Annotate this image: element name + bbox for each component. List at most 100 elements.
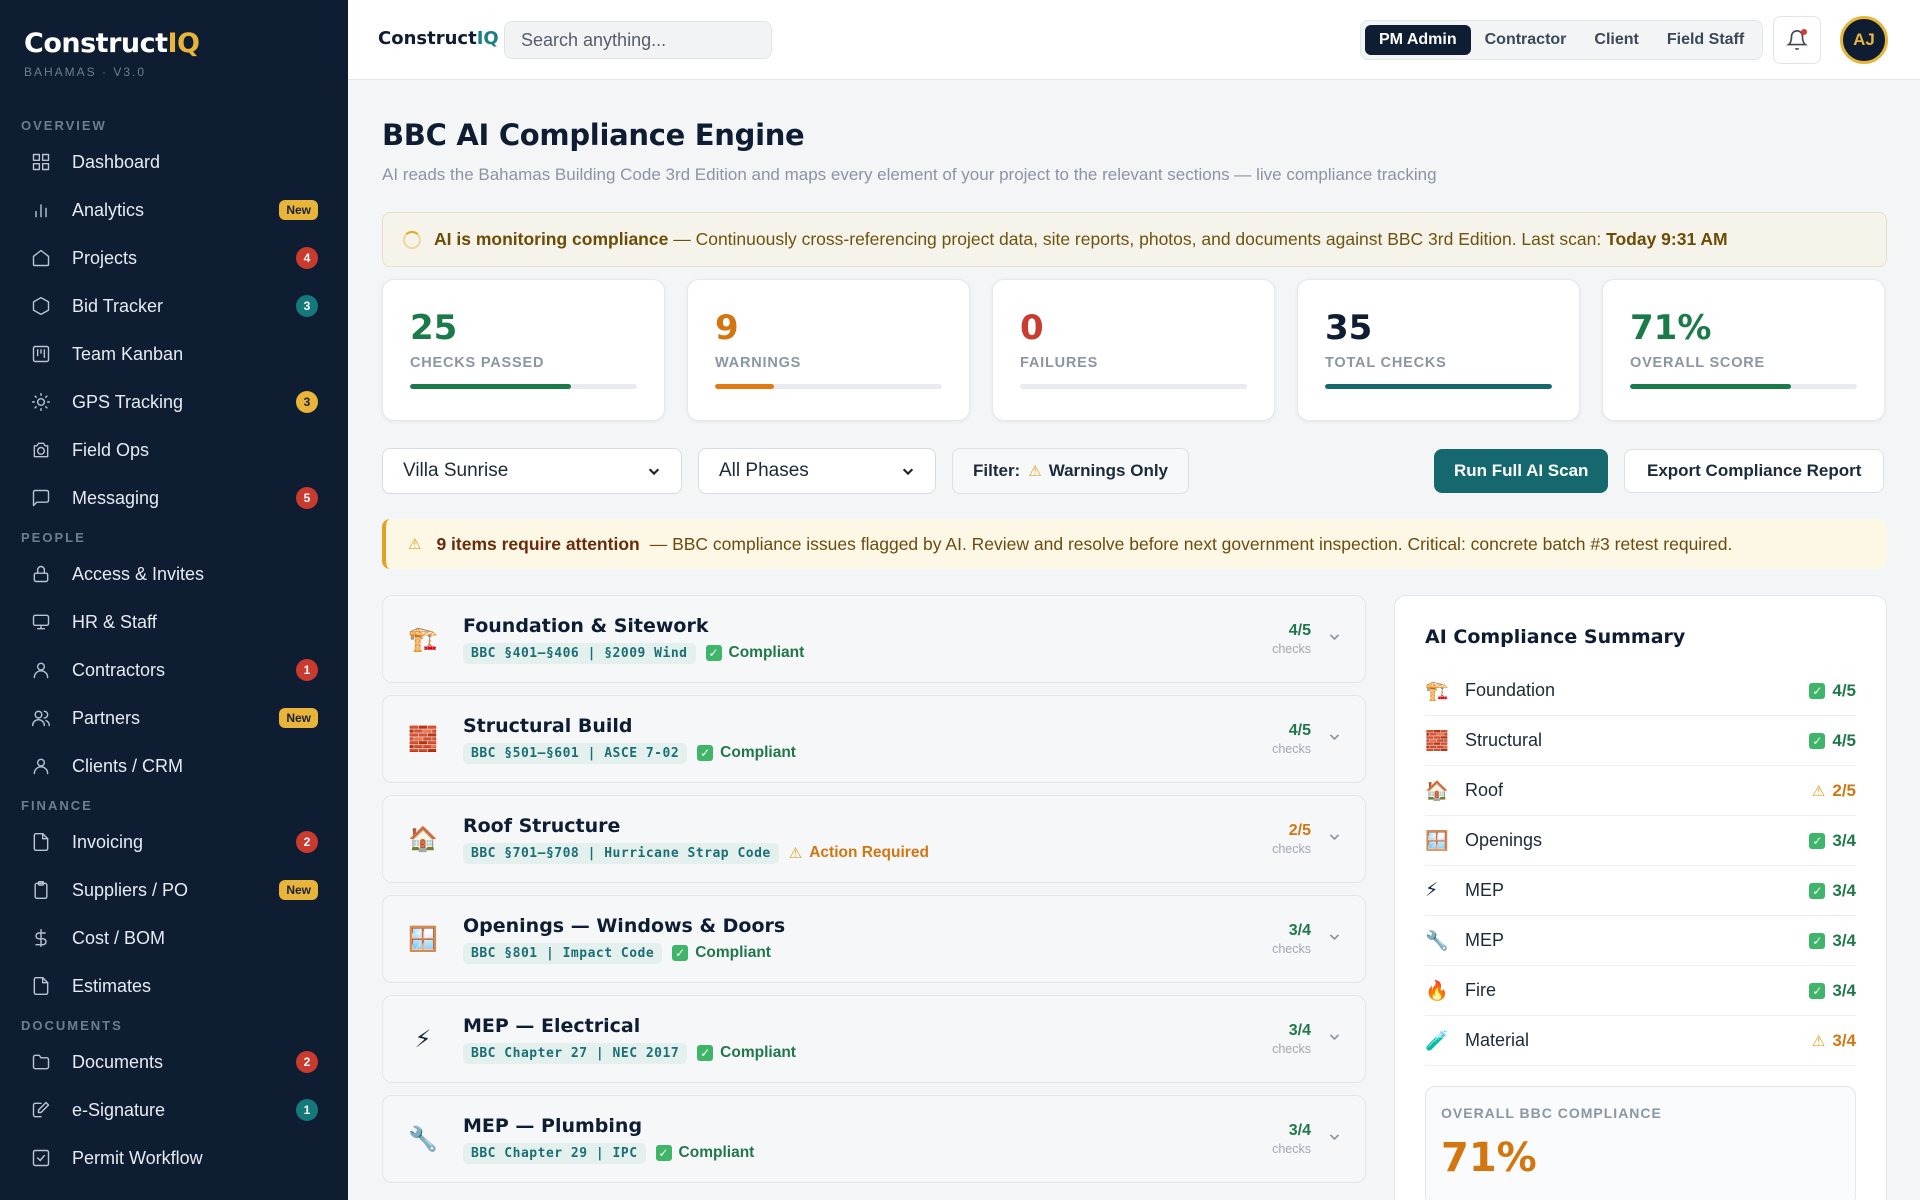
brand: ConstructIQ BAHAMAS · V3.0 — [0, 0, 348, 110]
expand-button[interactable] — [1328, 730, 1341, 748]
category-card-foundation-sitework[interactable]: 🏗️ Foundation & Sitework BBC §401–§406 | §… — [382, 595, 1366, 683]
role-client[interactable]: Client — [1580, 25, 1652, 55]
sidebar-item-clients-crm[interactable]: Clients / CRM — [0, 742, 348, 790]
wrench-icon: 🔧 — [408, 1125, 438, 1153]
run-ai-scan-button[interactable]: Run Full AI Scan — [1434, 449, 1609, 493]
role-contractor[interactable]: Contractor — [1471, 25, 1581, 55]
window-icon: 🪟 — [1425, 830, 1449, 852]
sidebar-item-permit-workflow[interactable]: Permit Workflow — [0, 1134, 348, 1182]
expand-button[interactable] — [1328, 830, 1341, 848]
sidebar-item-contractors[interactable]: Contractors 1 — [0, 646, 348, 694]
category-card-structural-build[interactable]: 🧱 Structural Build BBC §501–§601 | ASCE 7-… — [382, 695, 1366, 783]
sidebar-item-estimates[interactable]: Estimates — [0, 962, 348, 1010]
nav-section-finance: FINANCE — [21, 798, 93, 813]
stat-progress-bar — [1020, 384, 1247, 389]
expand-button[interactable] — [1328, 1030, 1341, 1048]
sidebar-item-projects[interactable]: Projects 4 — [0, 234, 348, 282]
monitoring-detail: — Continuously cross-referencing project… — [668, 229, 1607, 249]
summary-label: Foundation — [1465, 680, 1556, 700]
page-subtitle: AI reads the Bahamas Building Code 3rd E… — [382, 165, 1437, 184]
stat-progress-bar — [1630, 384, 1857, 389]
sidebar: ConstructIQ BAHAMAS · V3.0 OVERVIEW Dashb… — [0, 0, 348, 1200]
check-icon: ✓ — [1809, 682, 1826, 699]
summary-score: 3/4 — [1832, 930, 1856, 950]
sidebar-item-suppliers-po[interactable]: Suppliers / PO New — [0, 866, 348, 914]
sidebar-item-dashboard[interactable]: Dashboard — [0, 138, 348, 186]
summary-label: Openings — [1465, 830, 1543, 850]
compliance-status: ⚠ Action Required — [789, 844, 929, 862]
sidebar-item-invoicing[interactable]: Invoicing 2 — [0, 818, 348, 866]
category-title: MEP — Electrical — [463, 1014, 641, 1037]
nav-badge: 1 — [296, 1099, 318, 1121]
sidebar-item-partners[interactable]: Partners New — [0, 694, 348, 742]
category-checks: 4/5 checks — [1272, 622, 1311, 656]
search-input[interactable] — [504, 21, 772, 59]
lightning-icon: ⚡ — [414, 1025, 432, 1053]
expand-button[interactable] — [1328, 630, 1341, 648]
overall-label: OVERALL BBC COMPLIANCE — [1441, 1105, 1662, 1121]
sidebar-item-gps-tracking[interactable]: GPS Tracking 3 — [0, 378, 348, 426]
stats-row: 25 CHECKS PASSED 9 WARNINGS 0 FAILURES 35 TOTAL… — [382, 279, 1887, 421]
role-pm-admin[interactable]: PM Admin — [1365, 25, 1471, 55]
check-icon: ✓ — [1809, 832, 1826, 849]
lightning-icon: ⚡ — [1425, 880, 1439, 901]
category-title: MEP — Plumbing — [463, 1114, 643, 1137]
crane-icon: 🏗️ — [408, 625, 438, 653]
sidebar-item-label: Access & Invites — [72, 563, 205, 584]
summary-value: ✓ 4/5 — [1809, 731, 1856, 751]
summary-row-structural: 🧱 Structural ✓ 4/5 — [1425, 716, 1856, 766]
camera-icon — [30, 439, 52, 461]
users-icon — [30, 707, 52, 729]
sidebar-item-documents[interactable]: Documents 2 — [0, 1038, 348, 1086]
code-reference: BBC §801 | Impact Code — [463, 942, 663, 964]
category-title: Roof Structure — [463, 814, 621, 837]
avatar[interactable]: AJ — [1840, 16, 1888, 64]
header-brand[interactable]: ConstructIQ — [378, 28, 499, 49]
nav-badge: 2 — [296, 831, 318, 853]
user-icon — [30, 659, 52, 681]
category-card-mep-electrical[interactable]: ⚡ MEP — Electrical BBC Chapter 27 | NEC 20… — [382, 995, 1366, 1083]
category-card-roof-structure[interactable]: 🏠 Roof Structure BBC §701–§708 | Hurricane… — [382, 795, 1366, 883]
expand-button[interactable] — [1328, 1130, 1341, 1148]
sidebar-item-hr-staff[interactable]: HR & Staff — [0, 598, 348, 646]
phase-select[interactable]: All Phases — [698, 448, 936, 494]
sidebar-item-e-signature[interactable]: e-Signature 1 — [0, 1086, 348, 1134]
chevron-down-icon — [1329, 1034, 1340, 1041]
checks-count: 4/5 — [1288, 622, 1311, 639]
sidebar-item-label: Suppliers / PO — [72, 879, 189, 900]
export-report-button[interactable]: Export Compliance Report — [1624, 449, 1885, 493]
sidebar-item-bid-tracker[interactable]: Bid Tracker 3 — [0, 282, 348, 330]
sidebar-item-cost-bom[interactable]: Cost / BOM — [0, 914, 348, 962]
filter-button[interactable]: Filter: ⚠ Warnings Only — [952, 448, 1190, 494]
expand-button[interactable] — [1328, 930, 1341, 948]
category-info: MEP — Plumbing BBC Chapter 29 | IPC ✓ Compl… — [463, 1115, 754, 1164]
compliance-status: ✓ Compliant — [672, 944, 771, 962]
sidebar-item-team-kanban[interactable]: Team Kanban — [0, 330, 348, 378]
checks-label: checks — [1272, 1042, 1311, 1056]
sidebar-item-messaging[interactable]: Messaging 5 — [0, 474, 348, 522]
brand-logo[interactable]: ConstructIQ — [24, 28, 324, 59]
compliance-status: ✓ Compliant — [697, 1044, 796, 1062]
notifications-button[interactable] — [1773, 16, 1821, 64]
category-meta: BBC §501–§601 | ASCE 7-02 ✓ Compliant — [463, 742, 796, 764]
category-card-mep-plumbing[interactable]: 🔧 MEP — Plumbing BBC Chapter 29 | IPC ✓ Comp… — [382, 1095, 1366, 1183]
category-card-openings-windows-doors[interactable]: 🪟 Openings — Windows & Doors BBC §801 | Im… — [382, 895, 1366, 983]
sidebar-item-label: Bid Tracker — [72, 295, 164, 316]
brick-icon: 🧱 — [1425, 730, 1449, 752]
window-icon: 🪟 — [408, 925, 438, 953]
header-brand-main: Construct — [378, 28, 477, 49]
sidebar-item-field-ops[interactable]: Field Ops — [0, 426, 348, 474]
warning-icon: ⚠ — [1028, 463, 1042, 480]
chevron-down-icon — [1329, 634, 1340, 641]
sidebar-item-access-invites[interactable]: Access & Invites — [0, 550, 348, 598]
sidebar-item-analytics[interactable]: Analytics New — [0, 186, 348, 234]
stat-card-total-checks: 35 TOTAL CHECKS — [1297, 279, 1580, 421]
checks-label: checks — [1272, 642, 1311, 656]
sidebar-item-label: Cost / BOM — [72, 927, 166, 948]
page-title: BBC AI Compliance Engine — [382, 118, 805, 152]
category-meta: BBC Chapter 27 | NEC 2017 ✓ Compliant — [463, 1042, 796, 1064]
checks-label: checks — [1272, 942, 1311, 956]
role-field-staff[interactable]: Field Staff — [1653, 25, 1758, 55]
project-select[interactable]: Villa Sunrise — [382, 448, 682, 494]
crane-icon: 🏗️ — [1425, 680, 1449, 702]
